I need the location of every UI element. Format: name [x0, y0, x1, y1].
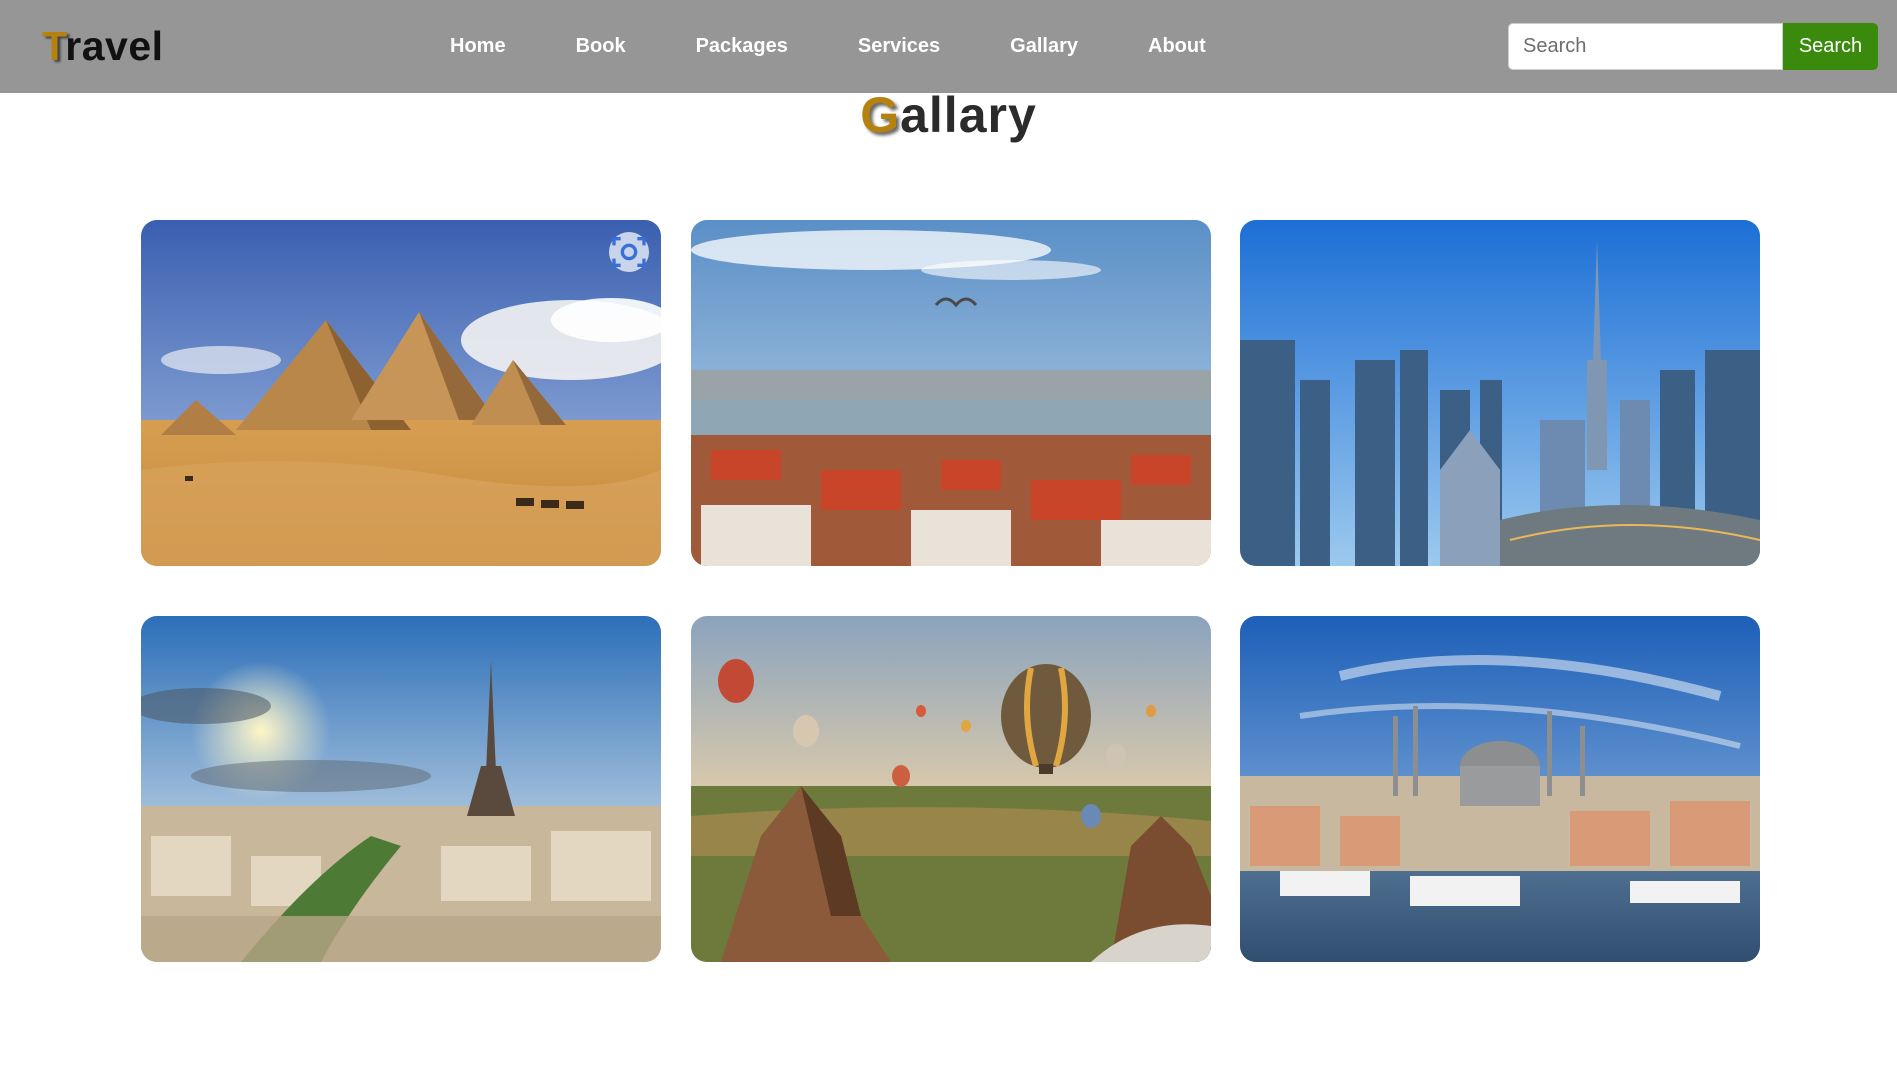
gallery-image-istanbul-bridge[interactable]	[691, 220, 1211, 566]
paris-image	[141, 616, 661, 962]
nav-links: Home Book Packages Services Gallary Abou…	[450, 0, 1206, 93]
page-title: Gallary	[0, 83, 1897, 147]
navbar: Travel Home Book Packages Services Galla…	[0, 0, 1897, 93]
logo-initial: T	[42, 23, 66, 69]
nav-link-about[interactable]: About	[1148, 35, 1206, 58]
dubai-image	[1240, 220, 1760, 566]
gallery-image-cappadocia[interactable]	[691, 616, 1211, 962]
search-button[interactable]: Search	[1783, 23, 1878, 70]
nav-link-packages[interactable]: Packages	[696, 35, 788, 58]
gallery-image-paris[interactable]	[141, 616, 661, 962]
search-input[interactable]	[1508, 23, 1783, 70]
logo[interactable]: Travel	[42, 20, 164, 72]
istanbul-bridge-image	[691, 220, 1211, 566]
nav-link-book[interactable]: Book	[576, 35, 626, 58]
page-title-text: allary	[900, 87, 1037, 143]
page-title-initial: G	[860, 87, 901, 143]
gallery-image-dubai[interactable]	[1240, 220, 1760, 566]
nav-link-gallary[interactable]: Gallary	[1010, 35, 1078, 58]
image-search-button[interactable]	[609, 232, 649, 272]
gallery-image-istanbul-mosque[interactable]	[1240, 616, 1760, 962]
istanbul-mosque-image	[1240, 616, 1760, 962]
nav-link-home[interactable]: Home	[450, 35, 506, 58]
nav-link-services[interactable]: Services	[858, 35, 940, 58]
gallery-image-pyramids[interactable]	[141, 220, 661, 566]
lens-icon	[612, 237, 646, 267]
cappadocia-image	[691, 616, 1211, 962]
pyramids-image	[141, 220, 661, 566]
logo-text: ravel	[65, 23, 164, 69]
